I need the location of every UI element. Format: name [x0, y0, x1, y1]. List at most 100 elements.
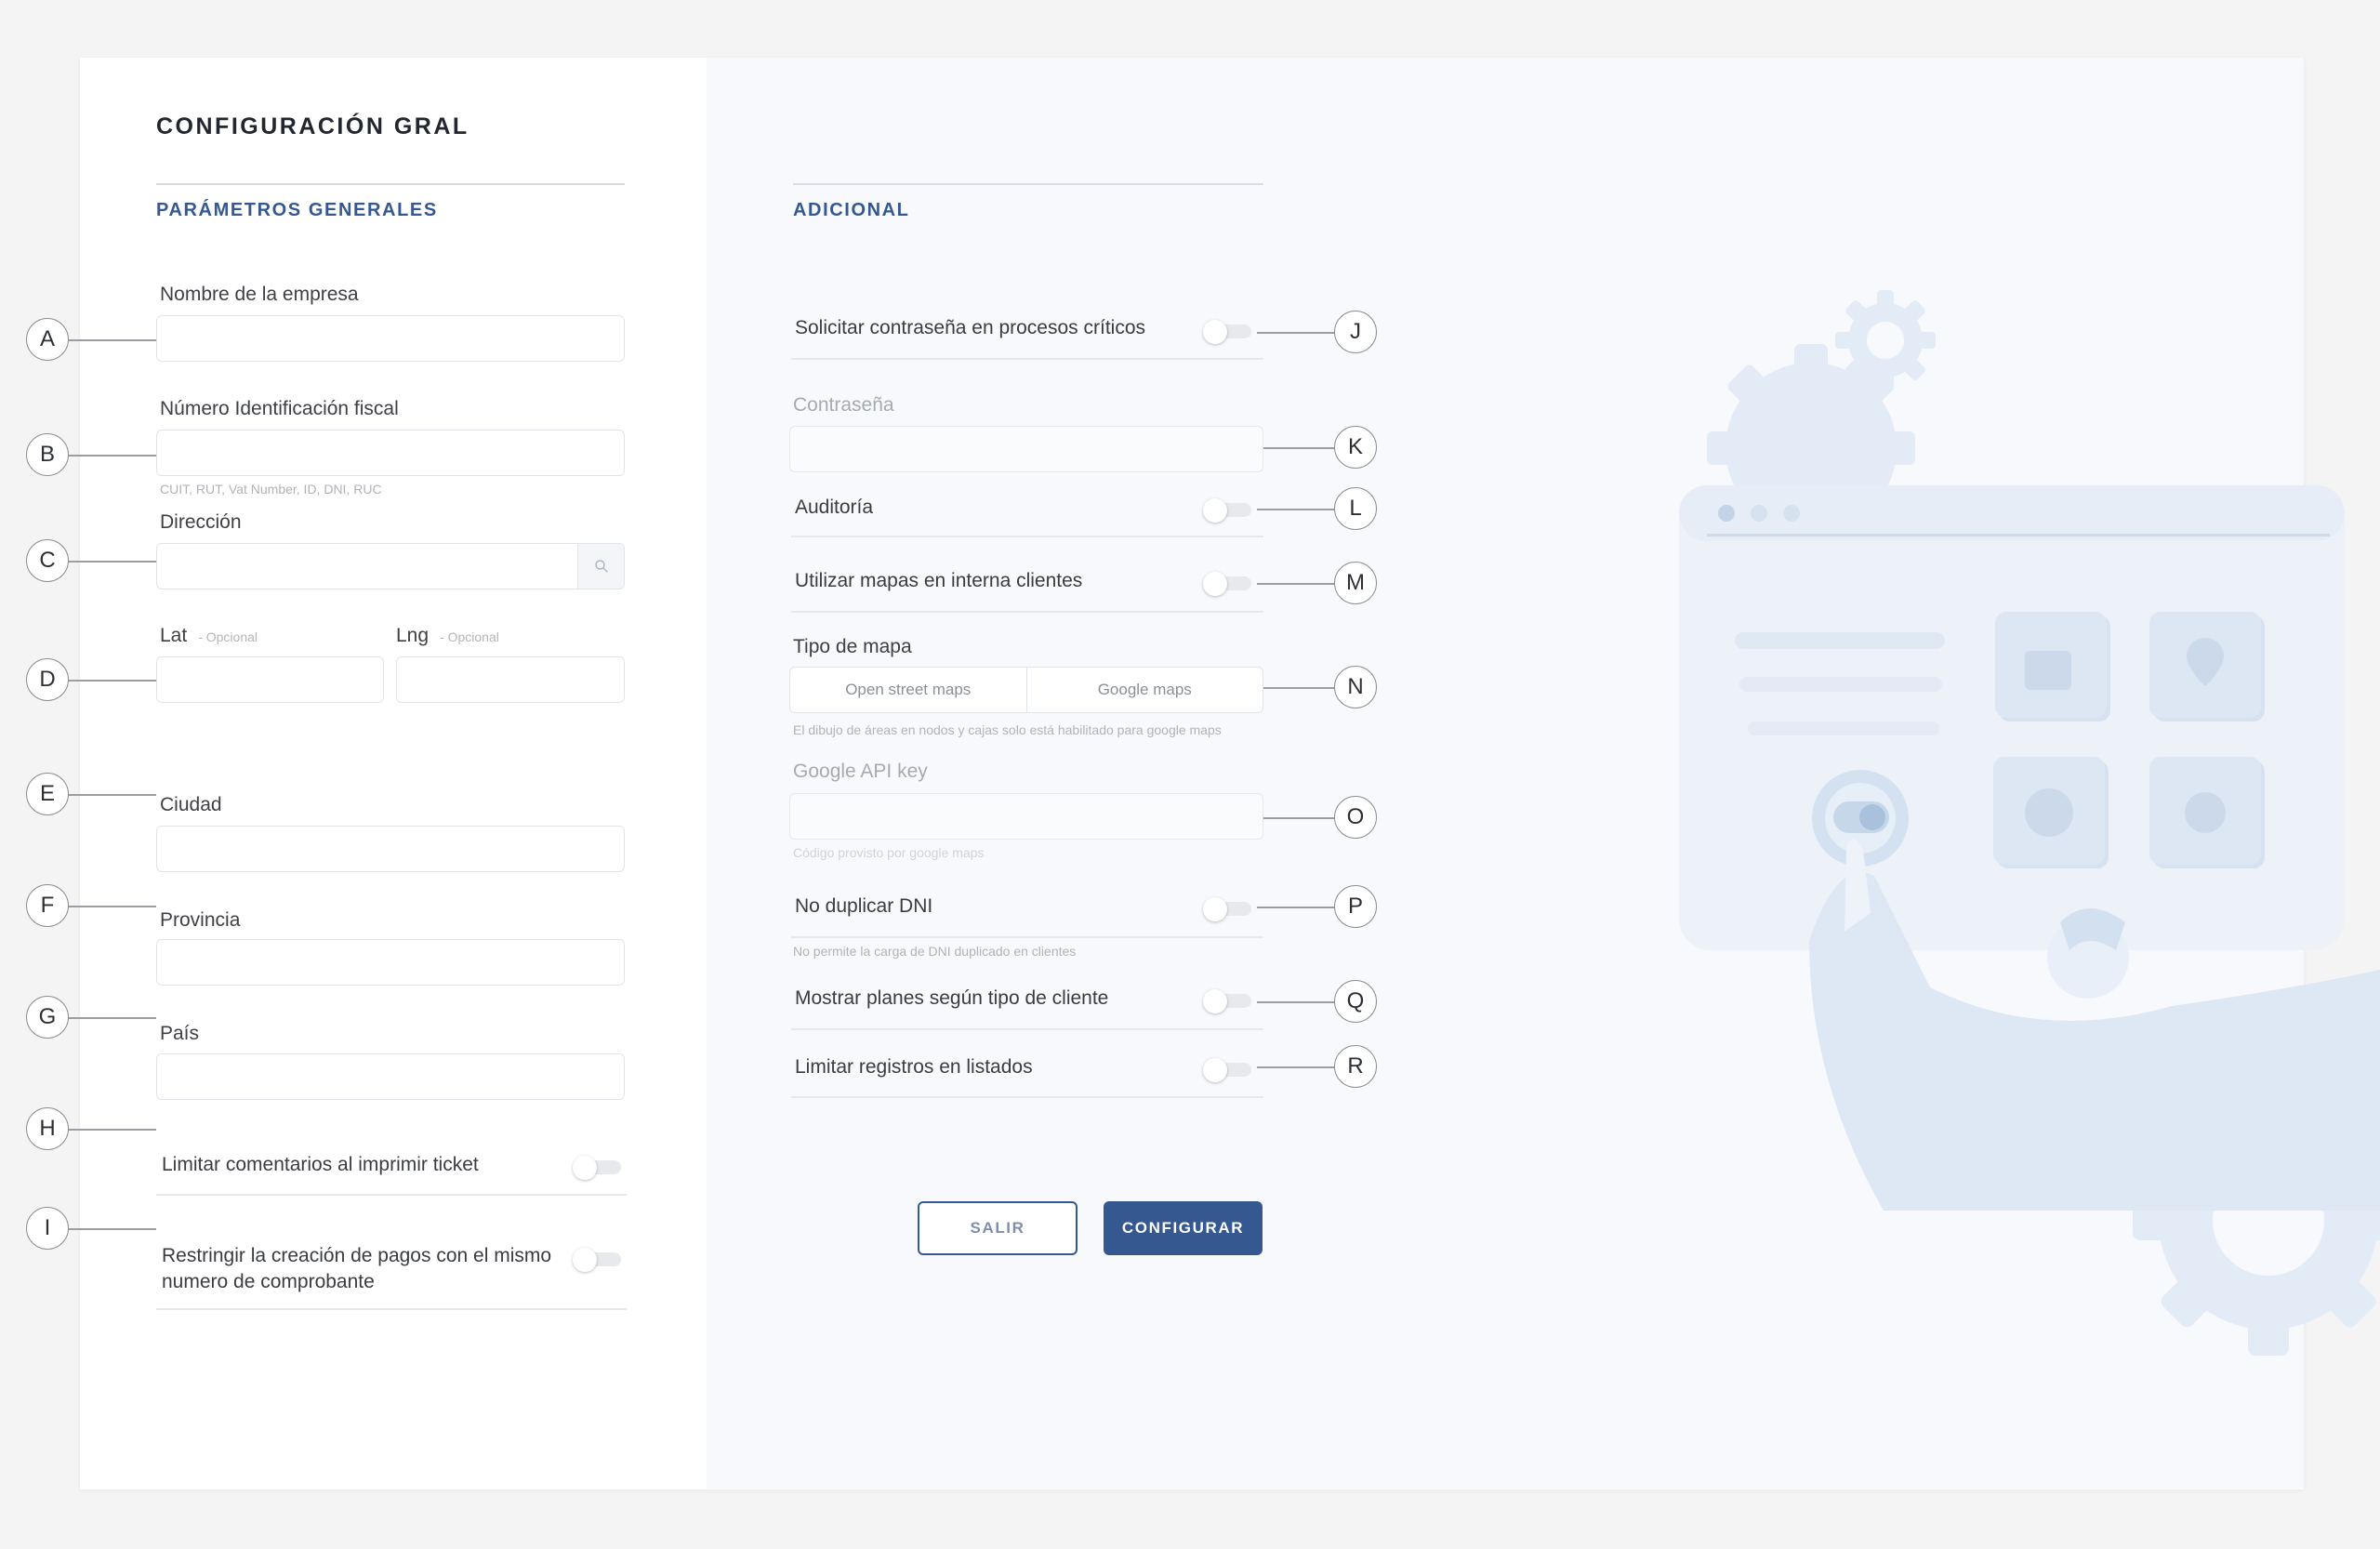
callout-leader	[1257, 332, 1335, 334]
city-input[interactable]	[156, 826, 625, 872]
restrict-payments-label-line2: numero de comprobante	[162, 1271, 375, 1292]
password-input[interactable]	[789, 426, 1263, 472]
exit-button[interactable]: SALIR	[918, 1201, 1078, 1255]
map-type-label: Tipo de mapa	[793, 636, 912, 657]
audit-toggle[interactable]	[1203, 498, 1251, 523]
callout-leader	[1257, 1001, 1335, 1003]
callout-leader	[1257, 1066, 1335, 1068]
no-duplicate-dni-toggle[interactable]	[1203, 897, 1251, 921]
callout-leader	[69, 680, 156, 682]
limit-records-toggle[interactable]	[1203, 1058, 1251, 1082]
callout-leader	[1257, 583, 1335, 585]
no-duplicate-dni-help: No permite la carga de DNI duplicado en …	[793, 944, 1077, 959]
address-search-button[interactable]	[577, 544, 624, 589]
callout-leader	[69, 906, 156, 907]
no-duplicate-dni-label: No duplicar DNI	[795, 895, 933, 917]
lat-input[interactable]	[156, 656, 384, 703]
country-input[interactable]	[156, 1053, 625, 1100]
map-type-help: El dibujo de áreas en nodos y cajas solo…	[793, 722, 1222, 737]
restrict-payments-label-line1: Restringir la creación de pagos con el m…	[162, 1245, 552, 1266]
password-label: Contraseña	[793, 394, 894, 416]
search-icon	[594, 560, 608, 573]
lng-optional-hint: - Opcional	[440, 629, 499, 644]
callout-leader	[69, 455, 156, 457]
callout-leader	[1257, 907, 1335, 908]
row-divider	[791, 358, 1263, 360]
show-plans-toggle[interactable]	[1203, 989, 1251, 1013]
callout-leader	[1263, 447, 1335, 449]
section-divider	[793, 183, 1263, 185]
row-divider	[791, 1028, 1263, 1030]
limit-comments-toggle[interactable]	[573, 1156, 621, 1180]
callout-h: H	[26, 1107, 69, 1150]
general-section-title: PARÁMETROS GENERALES	[156, 200, 438, 220]
callout-e: E	[26, 773, 69, 815]
callout-b: B	[26, 433, 69, 476]
callout-c: C	[26, 539, 69, 582]
address-input[interactable]	[156, 543, 625, 589]
google-api-key-input[interactable]	[789, 793, 1263, 840]
callout-leader	[69, 1129, 156, 1131]
callout-p: P	[1334, 885, 1377, 928]
lng-input[interactable]	[396, 656, 625, 703]
callout-g: G	[26, 996, 69, 1039]
show-plans-label: Mostrar planes según tipo de cliente	[795, 987, 1109, 1009]
row-divider	[791, 936, 1263, 938]
callout-j: J	[1334, 311, 1377, 353]
callout-q: Q	[1334, 980, 1377, 1023]
map-type-selector: Open street maps Google maps	[789, 667, 1263, 713]
address-label: Dirección	[160, 511, 242, 533]
request-password-toggle[interactable]	[1203, 320, 1251, 344]
callout-leader	[69, 1228, 156, 1230]
callout-leader	[69, 339, 156, 341]
use-maps-label: Utilizar mapas en interna clientes	[795, 570, 1083, 591]
row-divider	[791, 611, 1263, 613]
request-password-label: Solicitar contraseña en procesos crítico…	[795, 317, 1146, 338]
settings-illustration	[1651, 281, 2380, 1397]
callout-leader	[69, 561, 156, 563]
google-api-key-help: Código provisto por google maps	[793, 845, 985, 860]
callout-f: F	[26, 884, 69, 927]
config-card: CONFIGURACIÓN GRAL PARÁMETROS GENERALES …	[80, 58, 2380, 1489]
callout-a: A	[26, 318, 69, 361]
lng-label: Lng - Opcional	[396, 625, 499, 647]
callout-d: D	[26, 658, 69, 701]
limit-records-label: Limitar registros en listados	[795, 1056, 1033, 1078]
use-maps-toggle[interactable]	[1203, 572, 1251, 596]
map-option-google[interactable]: Google maps	[1025, 668, 1263, 712]
lat-label-text: Lat	[160, 625, 188, 646]
configure-button[interactable]: CONFIGURAR	[1104, 1201, 1263, 1255]
callout-r: R	[1334, 1045, 1377, 1088]
province-input[interactable]	[156, 939, 625, 986]
callout-leader	[1263, 687, 1335, 689]
callout-n: N	[1334, 666, 1377, 708]
row-divider	[156, 1194, 627, 1196]
additional-section-title: ADICIONAL	[793, 200, 910, 220]
callout-leader	[69, 1017, 156, 1019]
country-label: País	[160, 1023, 200, 1044]
tax-id-input[interactable]	[156, 430, 625, 476]
general-panel: CONFIGURACIÓN GRAL PARÁMETROS GENERALES …	[80, 58, 707, 1489]
callout-m: M	[1334, 562, 1377, 604]
tax-id-label: Número Identificación fiscal	[160, 398, 399, 419]
restrict-payments-toggle[interactable]	[573, 1248, 621, 1272]
company-name-input[interactable]	[156, 315, 625, 362]
row-divider	[791, 536, 1263, 537]
section-divider	[156, 183, 625, 185]
city-label: Ciudad	[160, 794, 222, 815]
callout-leader	[69, 794, 156, 796]
province-label: Provincia	[160, 909, 241, 931]
row-divider	[156, 1308, 627, 1310]
page-title: CONFIGURACIÓN GRAL	[156, 113, 469, 139]
company-name-label: Nombre de la empresa	[160, 284, 359, 305]
map-option-open-street[interactable]: Open street maps	[790, 668, 1026, 712]
audit-label: Auditoría	[795, 496, 874, 518]
callout-o: O	[1334, 796, 1377, 839]
limit-comments-label: Limitar comentarios al imprimir ticket	[162, 1154, 479, 1175]
row-divider	[791, 1096, 1263, 1098]
lat-label: Lat - Opcional	[160, 625, 258, 647]
lng-label-text: Lng	[396, 625, 430, 646]
callout-k: K	[1334, 426, 1377, 469]
callout-i: I	[26, 1207, 69, 1250]
callout-l: L	[1334, 487, 1377, 530]
